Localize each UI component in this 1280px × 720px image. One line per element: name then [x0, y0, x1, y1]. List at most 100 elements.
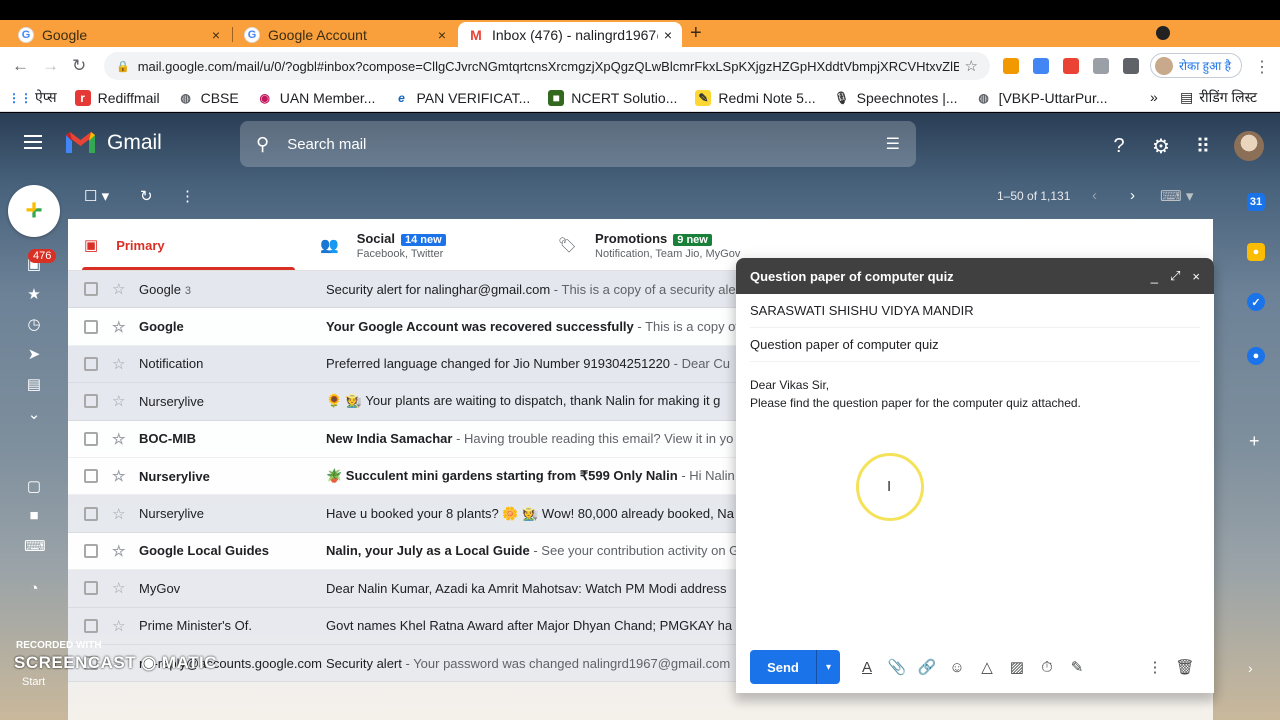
row-checkbox[interactable]	[84, 581, 98, 596]
calendar-icon[interactable]: 31	[1247, 193, 1265, 211]
formatting-icon[interactable]: A	[852, 659, 882, 676]
apps-grid-icon[interactable]: ⠿	[1192, 134, 1214, 159]
recipients-field[interactable]: SARASWATI SHISHU VIDYA MANDIR	[750, 294, 1200, 328]
star-icon[interactable]: ☆	[112, 355, 128, 373]
bookmark-vbkp[interactable]: ◍ [VBKP-UttarPur...	[976, 90, 1107, 106]
row-checkbox[interactable]	[84, 618, 98, 633]
omnibox[interactable]: 🔒 mail.google.com/mail/u/0/?ogbl#inbox?c…	[104, 52, 990, 80]
photo-icon[interactable]: ▨	[1002, 658, 1032, 676]
send-button[interactable]: Send	[750, 650, 816, 684]
gear-icon[interactable]: ⚙	[1150, 134, 1172, 159]
more-chevron-icon[interactable]: ⌄	[24, 405, 44, 423]
row-checkbox[interactable]	[84, 394, 98, 409]
attach-icon[interactable]: 📎	[882, 658, 912, 676]
schedule-send-dropdown[interactable]: ▾	[816, 650, 840, 684]
drafts-icon[interactable]: ▤	[24, 375, 44, 393]
star-icon[interactable]: ☆	[112, 318, 128, 336]
reload-icon[interactable]: ↻	[72, 56, 86, 76]
bookmark-ncert[interactable]: ■ NCERT Solutio...	[548, 89, 677, 106]
keep-icon[interactable]: ●	[1247, 243, 1265, 261]
gmail-logo[interactable]: Gmail	[64, 131, 162, 155]
camera-icon[interactable]	[1093, 58, 1109, 74]
row-checkbox[interactable]	[84, 543, 98, 558]
recipient-chip[interactable]: SARASWATI SHISHU VIDYA MANDIR	[750, 303, 974, 318]
show-side-panel-icon[interactable]: ›	[1248, 660, 1253, 676]
discard-trash-icon[interactable]: 🗑	[1170, 658, 1200, 676]
get-addons-icon[interactable]: +	[1249, 431, 1260, 452]
link-icon[interactable]: 🔗	[912, 658, 942, 676]
account-avatar[interactable]	[1234, 131, 1264, 161]
message-body[interactable]: Dear Vikas Sir, Please find the question…	[750, 376, 1200, 412]
snoozed-icon[interactable]: ◷	[24, 315, 44, 333]
row-checkbox[interactable]	[84, 282, 98, 297]
tab-close-icon[interactable]: ×	[438, 27, 446, 43]
select-all-checkbox[interactable]: ☐ ▾	[84, 187, 109, 205]
prev-page-icon[interactable]: ‹	[1092, 187, 1097, 204]
confidential-icon[interactable]: ⏱	[1032, 659, 1062, 676]
more-options-icon[interactable]: ⋮	[180, 187, 195, 205]
next-page-icon[interactable]: ›	[1130, 187, 1135, 204]
extension-red-icon[interactable]	[1063, 58, 1079, 74]
star-icon[interactable]: ☆	[112, 505, 128, 523]
search-options-icon[interactable]: ☰	[886, 134, 900, 154]
drive-icon[interactable]: △	[972, 658, 1002, 676]
search-icon[interactable]: ⚲	[256, 134, 269, 155]
refresh-icon[interactable]: ↻	[140, 187, 153, 205]
sent-icon[interactable]: ➤	[24, 345, 44, 363]
tab-social[interactable]: 👥 Social 14 new Facebook, Twitter	[320, 219, 446, 271]
star-icon[interactable]: ☆	[112, 617, 128, 635]
tasks-icon[interactable]: ✓	[1247, 293, 1265, 311]
signature-icon[interactable]: ✎	[1062, 658, 1092, 676]
bookmark-redmi[interactable]: ✎ Redmi Note 5...	[695, 89, 816, 106]
main-menu-icon[interactable]	[24, 135, 42, 153]
bookmark-pan[interactable]: e PAN VERIFICAT...	[393, 90, 530, 106]
star-icon[interactable]: ☆	[112, 392, 128, 410]
bookmark-star-icon[interactable]: ☆	[965, 57, 978, 75]
meet-new-icon[interactable]: ▢	[24, 477, 44, 495]
help-icon[interactable]: ?	[1108, 135, 1130, 158]
hangouts-icon[interactable]: ◔	[24, 580, 44, 597]
more-compose-options-icon[interactable]: ⋮	[1140, 658, 1170, 676]
fullscreen-icon[interactable]: ⤢	[1170, 268, 1180, 284]
reading-list-button[interactable]: ▤ रीडिंग लिस्ट	[1180, 88, 1257, 107]
tab-close-icon[interactable]: ×	[212, 27, 220, 43]
contacts-icon[interactable]: ●	[1247, 347, 1265, 365]
keyboard-icon[interactable]: ⌨	[24, 537, 46, 555]
star-icon[interactable]: ☆	[112, 280, 128, 298]
row-checkbox[interactable]	[84, 431, 98, 446]
profile-dot-icon[interactable]	[1156, 26, 1170, 40]
url-text[interactable]: mail.google.com/mail/u/0/?ogbl#inbox?com…	[138, 59, 959, 74]
forward-arrow-icon[interactable]: →	[42, 56, 59, 76]
search-input[interactable]: Search mail	[287, 136, 885, 153]
tab-close-icon[interactable]: ×	[664, 27, 672, 43]
row-checkbox[interactable]	[84, 506, 98, 521]
bookmark-cbse[interactable]: ◍ CBSE	[178, 90, 238, 106]
profile-paused-chip[interactable]: रोका हुआ है	[1150, 53, 1243, 78]
bookmark-rediffmail[interactable]: r Rediffmail	[74, 89, 160, 106]
browser-menu-icon[interactable]: ⋮	[1254, 57, 1270, 77]
extension-blue-icon[interactable]	[1033, 58, 1049, 74]
bookmark-speechnotes[interactable]: 🎙 Speechnotes |...	[834, 90, 958, 106]
back-arrow-icon[interactable]: ←	[12, 56, 29, 76]
bookmarks-overflow-icon[interactable]: »	[1150, 89, 1158, 105]
close-icon[interactable]: ×	[1192, 269, 1200, 284]
new-tab-button[interactable]: +	[690, 22, 702, 45]
compose-header[interactable]: Question paper of computer quiz _ ⤢ ×	[736, 258, 1214, 294]
watermark-start[interactable]: Start	[22, 676, 45, 688]
minimize-icon[interactable]: _	[1151, 269, 1158, 284]
search-bar[interactable]: ⚲ Search mail ☰	[240, 121, 916, 167]
browser-tab-inbox[interactable]: M Inbox (476) - nalingrd1967@g ×	[458, 22, 682, 47]
browser-tab-google[interactable]: G Google ×	[8, 22, 230, 47]
star-icon[interactable]: ☆	[112, 467, 128, 485]
row-checkbox[interactable]	[84, 356, 98, 371]
compose-button[interactable]: +	[8, 185, 60, 237]
tab-promotions[interactable]: 🏷 Promotions 9 new Notification, Team Jio…	[558, 219, 740, 271]
browser-tab-google-account[interactable]: G Google Account ×	[234, 22, 456, 47]
starred-icon[interactable]: ★	[24, 285, 44, 303]
row-checkbox[interactable]	[84, 319, 98, 334]
extension-orange-icon[interactable]	[1003, 58, 1019, 74]
puzzle-icon[interactable]	[1123, 58, 1139, 74]
input-tools-icon[interactable]: ⌨ ▾	[1160, 187, 1193, 205]
row-checkbox[interactable]	[84, 469, 98, 484]
tab-primary[interactable]: ▣ Primary	[84, 219, 165, 271]
